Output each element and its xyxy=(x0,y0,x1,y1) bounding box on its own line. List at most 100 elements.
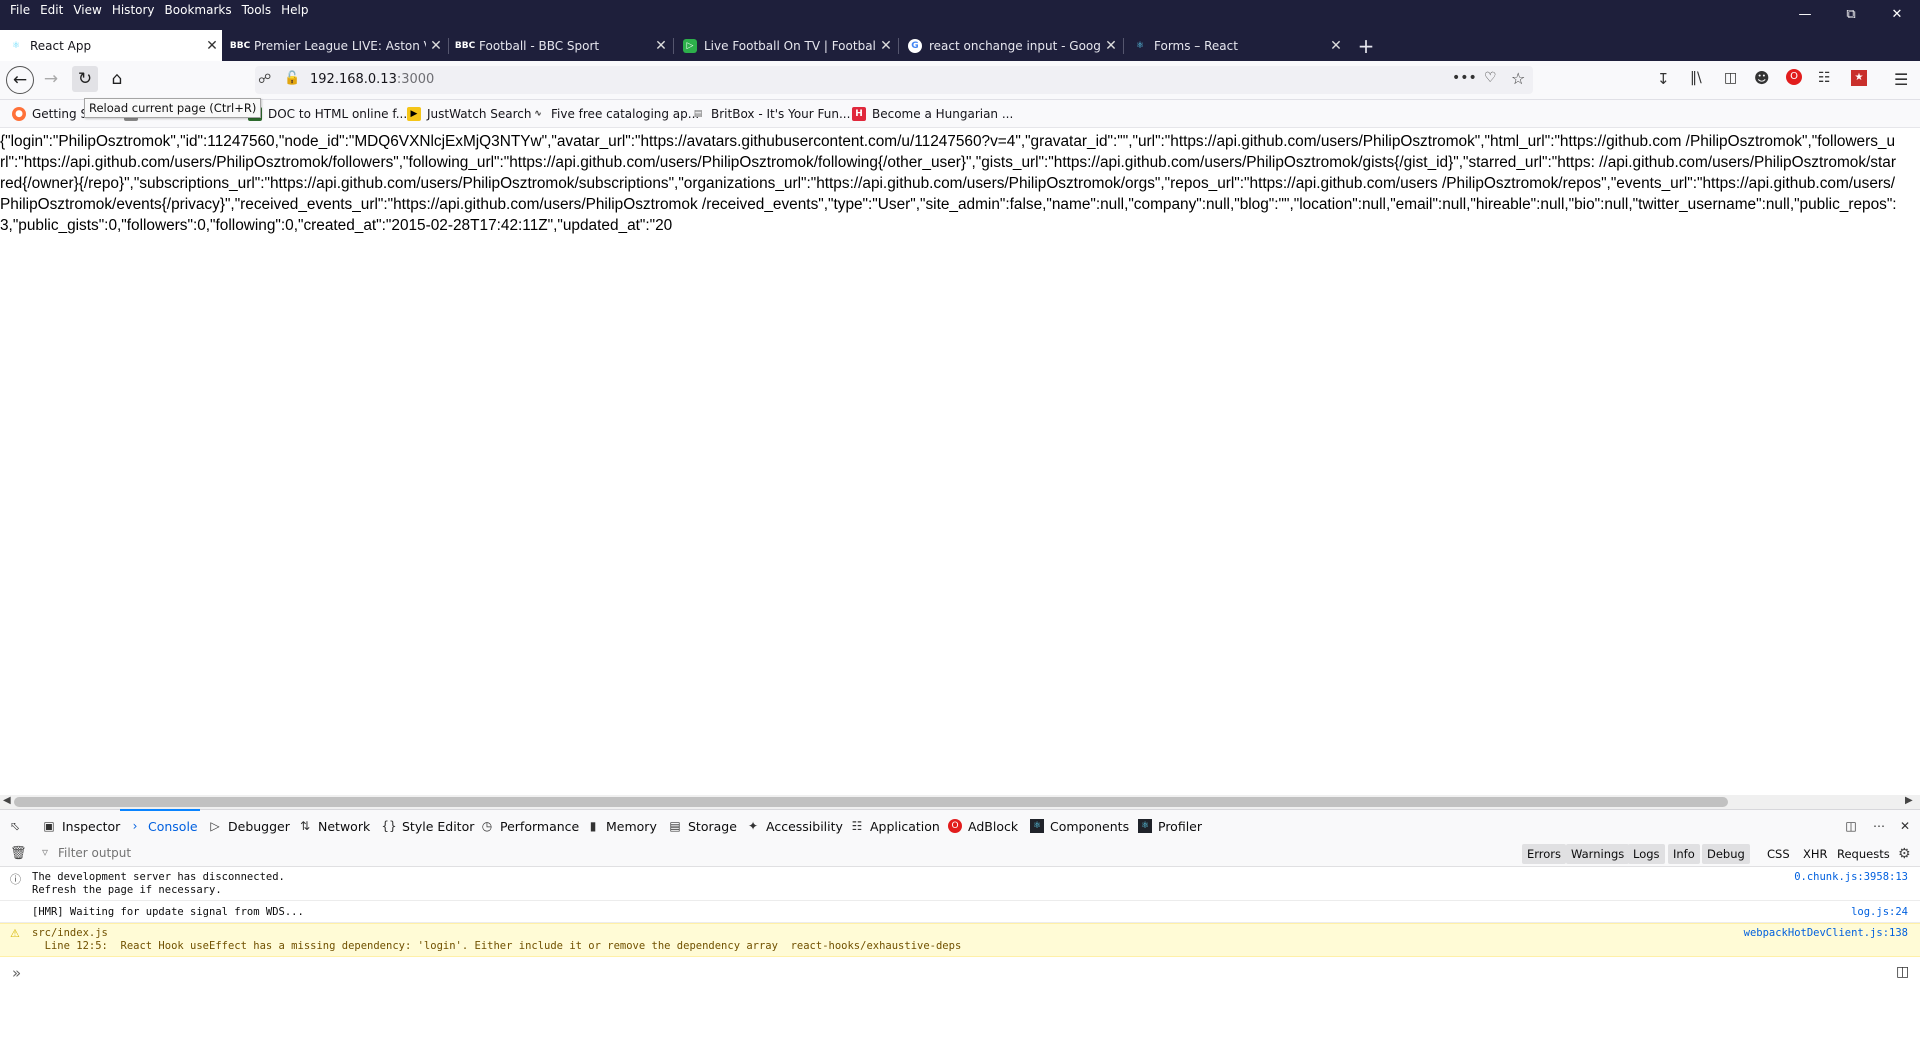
devtools-tab-accessibility[interactable]: ✦ Accessibility xyxy=(746,812,843,840)
devtools-tab-label: Console xyxy=(148,818,198,834)
reload-tooltip: Reload current page (Ctrl+R) xyxy=(84,98,262,118)
filter-xhr-button[interactable]: XHR xyxy=(1798,844,1833,864)
braces-icon: {} xyxy=(381,819,397,833)
close-tab-icon[interactable]: ✕ xyxy=(651,38,671,54)
tab-football-bbc[interactable]: BBC Football - BBC Sport ✕ xyxy=(449,30,671,61)
account-icon[interactable]: ☻ xyxy=(1754,69,1770,87)
console-input-prompt[interactable]: » xyxy=(12,964,21,982)
menu-help[interactable]: Help xyxy=(276,0,313,20)
bookmark-star-icon[interactable]: ☆ xyxy=(1511,69,1525,88)
devtools-tab-performance[interactable]: ◷ Performance xyxy=(480,812,579,840)
forward-button[interactable]: → xyxy=(38,66,64,92)
url-text[interactable]: 192.168.0.13:3000 xyxy=(310,72,434,87)
menu-history[interactable]: History xyxy=(107,0,160,20)
page-actions-icon[interactable]: ••• xyxy=(1452,70,1477,86)
library-icon[interactable]: ‖\ xyxy=(1690,70,1702,86)
tab-forms-react[interactable]: ⚛ Forms – React ✕ xyxy=(1124,30,1346,61)
close-tab-icon[interactable]: ✕ xyxy=(876,38,896,54)
active-tab-indicator xyxy=(120,809,200,811)
tab-google-search[interactable]: G react onchange input - Google ✕ xyxy=(899,30,1121,61)
devtools-tab-application[interactable]: ☷ Application xyxy=(850,812,940,840)
editor-mode-icon[interactable]: ◫ xyxy=(1896,964,1909,980)
element-picker-button[interactable]: ⬁ xyxy=(8,812,28,840)
menu-view[interactable]: View xyxy=(68,0,106,20)
filter-css-button[interactable]: CSS xyxy=(1762,844,1795,864)
devtools-tab-style-editor[interactable]: {} Style Editor xyxy=(381,812,475,840)
filter-warnings-button[interactable]: Warnings xyxy=(1566,844,1630,864)
close-tab-icon[interactable]: ✕ xyxy=(1101,38,1121,54)
downloads-icon[interactable]: ↧ xyxy=(1657,70,1670,88)
devtools-tab-adblock[interactable]: O AdBlock xyxy=(948,812,1018,840)
tab-react-app[interactable]: ⚛ React App ✕ xyxy=(0,30,222,61)
scroll-left-icon[interactable]: ◀ xyxy=(3,795,11,806)
close-tab-icon[interactable]: ✕ xyxy=(202,38,222,54)
hungarian-icon: H xyxy=(852,107,866,121)
network-icon: ⇅ xyxy=(299,819,311,833)
close-devtools-button[interactable]: ✕ xyxy=(1898,812,1918,840)
message-source-link[interactable]: webpackHotDevClient.js:138 xyxy=(1744,927,1908,939)
storage-icon: ▤ xyxy=(669,819,681,833)
close-tab-icon[interactable]: ✕ xyxy=(1326,38,1346,54)
sidebar-icon[interactable]: ◫ xyxy=(1724,70,1737,86)
insecure-lock-icon[interactable]: 🔓 xyxy=(284,71,300,86)
bookmark-become-hungarian[interactable]: H Become a Hungarian ... xyxy=(852,104,1013,124)
devtools-tab-label: Performance xyxy=(500,818,580,834)
message-text: src/index.js Line 12:5: React Hook useEf… xyxy=(32,927,962,952)
scrollbar-thumb[interactable] xyxy=(14,797,1728,807)
devtools-tab-memory[interactable]: ▮ Memory xyxy=(586,812,657,840)
dock-toggle-button[interactable]: ◫ xyxy=(1844,812,1864,840)
bbc-icon: BBC xyxy=(454,40,476,51)
warning-icon: ⚠ xyxy=(10,927,20,940)
new-tab-button[interactable]: + xyxy=(1354,30,1378,61)
tab-premier-league[interactable]: BBC Premier League LIVE: Aston Vill ✕ xyxy=(224,30,446,61)
devtools-tab-inspector[interactable]: ▣ Inspector xyxy=(42,812,120,840)
tv-icon: ▷ xyxy=(683,38,697,53)
devtools-tab-console[interactable]: › Console xyxy=(128,812,198,840)
scroll-right-icon[interactable]: ▶ xyxy=(1905,795,1913,806)
extension-icon[interactable]: ★ xyxy=(1851,70,1867,86)
shield-icon[interactable]: ☍ xyxy=(258,72,271,87)
devtools-tab-label: Style Editor xyxy=(402,818,475,834)
menu-file[interactable]: File xyxy=(5,0,35,20)
bookmark-five-free-cataloging[interactable]: ∿ Five free cataloging ap... xyxy=(531,104,699,124)
settings-gear-icon[interactable]: ⚙ xyxy=(1898,846,1911,862)
devtools-tab-components[interactable]: ⚛ Components xyxy=(1030,812,1129,840)
adblock-icon: O xyxy=(948,819,962,833)
filter-output-input[interactable]: Filter output xyxy=(58,846,131,860)
reload-button[interactable]: ↻ xyxy=(72,66,98,92)
bookmark-doc-to-html[interactable]: DDOC to HTML online f... xyxy=(248,104,407,124)
devtools-tab-debugger[interactable]: ▷ Debugger xyxy=(208,812,290,840)
close-tab-icon[interactable]: ✕ xyxy=(426,38,446,54)
google-icon: G xyxy=(908,38,922,53)
back-arrow-icon: ← xyxy=(12,70,28,90)
hamburger-menu-icon[interactable]: ☰ xyxy=(1894,70,1908,89)
filter-debug-button[interactable]: Debug xyxy=(1702,844,1750,864)
menu-edit[interactable]: Edit xyxy=(35,0,68,20)
bookmark-britbox[interactable]: ▤ BritBox - It's Your Fun... xyxy=(691,104,851,124)
home-button[interactable]: ⌂ xyxy=(104,66,130,92)
filter-info-button[interactable]: Info xyxy=(1668,844,1700,864)
tab-live-football[interactable]: ▷ Live Football On TV | Football C ✕ xyxy=(674,30,896,61)
url-bar[interactable] xyxy=(255,66,1533,94)
devtools-tab-network[interactable]: ⇅ Network xyxy=(298,812,370,840)
console-message-info: ⓘ The development server has disconnecte… xyxy=(0,868,1920,901)
devtools-tab-profiler[interactable]: ⚛ Profiler xyxy=(1138,812,1202,840)
devtools-tab-storage[interactable]: ▤ Storage xyxy=(668,812,737,840)
menu-bar: File Edit View History Bookmarks Tools H… xyxy=(0,0,1920,20)
menu-tools[interactable]: Tools xyxy=(237,0,277,20)
menu-bookmarks[interactable]: Bookmarks xyxy=(160,0,237,20)
firefox-icon: ● xyxy=(12,107,26,121)
devtools-options-button[interactable]: ⋯ xyxy=(1872,812,1892,840)
message-source-link[interactable]: log.js:24 xyxy=(1851,906,1908,918)
filter-requests-button[interactable]: Requests xyxy=(1832,844,1895,864)
opera-adblock-icon[interactable]: O xyxy=(1786,69,1802,85)
bookmark-justwatch[interactable]: ▶ JustWatch Search xyxy=(407,104,532,124)
justwatch-icon: ▶ xyxy=(407,107,421,121)
filter-logs-button[interactable]: Logs xyxy=(1628,844,1665,864)
message-source-link[interactable]: 0.chunk.js:3958:13 xyxy=(1794,871,1908,883)
pocket-icon[interactable]: ♡ xyxy=(1484,70,1497,86)
back-button[interactable]: ← xyxy=(6,66,34,94)
extension-bars-icon[interactable]: ☷ xyxy=(1818,70,1831,86)
filter-errors-button[interactable]: Errors xyxy=(1522,844,1567,864)
clear-console-icon[interactable]: 🗑 xyxy=(10,846,27,861)
